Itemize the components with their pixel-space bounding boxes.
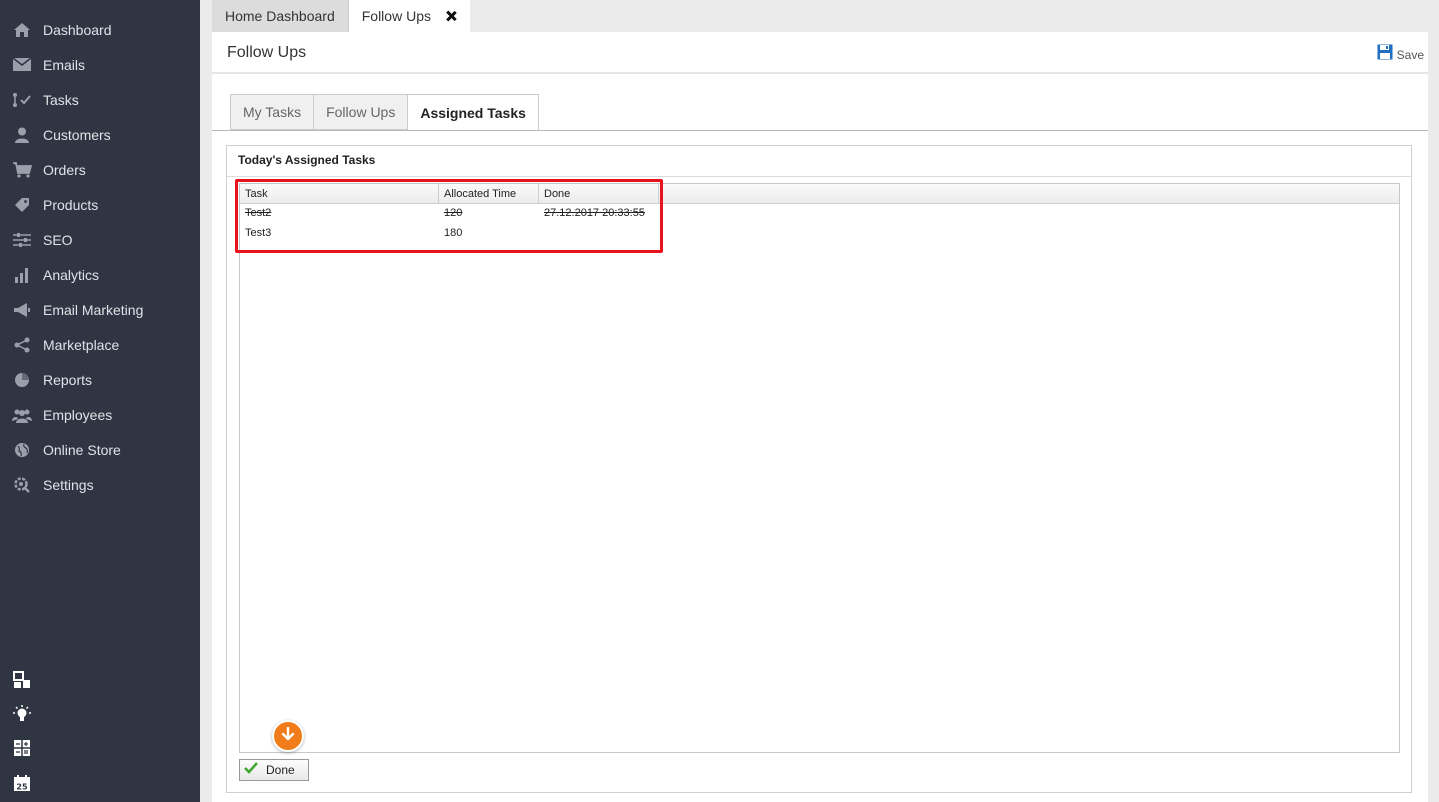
sidebar-item-employees[interactable]: Employees xyxy=(0,397,200,432)
table-row[interactable]: Test3 180 xyxy=(240,224,660,244)
envelope-icon xyxy=(12,55,32,75)
sidebar: Dashboard Emails Tasks Customers Orders … xyxy=(0,0,200,802)
sidebar-item-tasks[interactable]: Tasks xyxy=(0,82,200,117)
tabs-divider xyxy=(212,130,1428,131)
gear-icon xyxy=(12,475,32,495)
sidebar-item-emails[interactable]: Emails xyxy=(0,47,200,82)
sidebar-item-reports[interactable]: Reports xyxy=(0,362,200,397)
sidebar-item-label: Dashboard xyxy=(43,21,112,38)
sidebar-item-seo[interactable]: SEO xyxy=(0,222,200,257)
user-icon xyxy=(12,125,32,145)
column-header-task[interactable]: Task xyxy=(240,184,439,204)
tag-icon xyxy=(12,195,32,215)
checkmark-icon xyxy=(244,761,258,779)
megaphone-icon xyxy=(12,300,32,320)
sidebar-item-label: Orders xyxy=(43,161,86,178)
close-icon[interactable] xyxy=(445,10,457,22)
sidebar-item-label: Settings xyxy=(43,476,94,493)
windows-icon[interactable] xyxy=(11,669,33,691)
tasks-icon xyxy=(12,90,32,110)
sidebar-item-label: Emails xyxy=(43,56,86,73)
cell-task: Test3 xyxy=(245,227,272,239)
tab-label: Home Dashboard xyxy=(225,8,335,24)
floppy-disk-icon xyxy=(1377,44,1393,65)
tasks-grid: Task Allocated Time Done Test2 120 27.12… xyxy=(235,179,1400,753)
sidebar-item-label: Reports xyxy=(43,371,93,388)
calendar-day: 25 xyxy=(16,783,28,792)
sidebar-item-products[interactable]: Products xyxy=(0,187,200,222)
tab-assigned-tasks[interactable]: Assigned Tasks xyxy=(407,94,539,131)
sidebar-item-label: SEO xyxy=(43,231,73,248)
sidebar-item-label: Analytics xyxy=(43,266,100,283)
cell-task: Test2 xyxy=(245,207,272,219)
sidebar-item-email-marketing[interactable]: Email Marketing xyxy=(0,292,200,327)
sidebar-item-dashboard[interactable]: Dashboard xyxy=(0,12,200,47)
done-label: Done xyxy=(266,763,295,777)
group-divider xyxy=(227,176,1411,177)
column-header-done[interactable]: Done xyxy=(539,184,659,204)
page-title: Follow Ups xyxy=(227,44,307,61)
done-button[interactable]: Done xyxy=(239,759,309,781)
sidebar-item-label: Marketplace xyxy=(43,336,120,353)
lightbulb-icon[interactable] xyxy=(11,703,33,725)
sliders-icon xyxy=(12,230,32,250)
table-row[interactable]: Test2 120 27.12.2017 20:33:55 xyxy=(240,204,660,224)
bar-chart-icon xyxy=(12,265,32,285)
calendar-icon[interactable]: 25 xyxy=(11,772,33,794)
sidebar-item-label: Email Marketing xyxy=(43,301,144,318)
save-label: Save xyxy=(1396,47,1424,62)
tab-label: Follow Ups xyxy=(361,8,431,24)
sidebar-item-customers[interactable]: Customers xyxy=(0,117,200,152)
sidebar-item-marketplace[interactable]: Marketplace xyxy=(0,327,200,362)
users-icon xyxy=(12,405,32,425)
sidebar-item-label: Customers xyxy=(43,126,111,143)
sidebar-item-label: Products xyxy=(43,196,99,213)
scroll-down-button[interactable] xyxy=(272,720,304,752)
pie-chart-icon xyxy=(12,370,32,390)
home-icon xyxy=(12,20,32,40)
sidebar-item-label: Employees xyxy=(43,406,113,423)
main-panel: Follow Ups Save My Tasks Follow Ups Assi… xyxy=(212,32,1428,802)
globe-icon xyxy=(12,440,32,460)
tab-my-tasks[interactable]: My Tasks xyxy=(230,94,314,130)
sidebar-item-online-store[interactable]: Online Store xyxy=(0,432,200,467)
cart-icon xyxy=(12,160,32,180)
cell-done: 27.12.2017 20:33:55 xyxy=(544,207,645,219)
calculator-icon[interactable] xyxy=(11,737,33,759)
tab-follow-ups-sub[interactable]: Follow Ups xyxy=(313,94,408,130)
share-icon xyxy=(12,335,32,355)
cell-allocated-time: 120 xyxy=(444,207,463,219)
group-title: Today's Assigned Tasks xyxy=(238,153,376,167)
sidebar-item-analytics[interactable]: Analytics xyxy=(0,257,200,292)
column-header-allocated-time[interactable]: Allocated Time xyxy=(439,184,539,204)
arrow-down-icon xyxy=(281,726,295,746)
sidebar-item-orders[interactable]: Orders xyxy=(0,152,200,187)
tab-follow-ups[interactable]: Follow Ups xyxy=(348,0,470,32)
sidebar-item-label: Online Store xyxy=(43,441,121,458)
sidebar-item-settings[interactable]: Settings xyxy=(0,467,200,502)
tab-home-dashboard[interactable]: Home Dashboard xyxy=(212,0,349,32)
save-button[interactable]: Save xyxy=(1377,44,1424,65)
sidebar-item-label: Tasks xyxy=(43,91,79,108)
document-tabs: Home Dashboard Follow Ups xyxy=(212,0,470,32)
cell-allocated-time: 180 xyxy=(444,227,463,239)
page-header: Follow Ups Save xyxy=(212,32,1428,74)
grid-header: Task Allocated Time Done xyxy=(240,184,1399,204)
assigned-tasks-group: Today's Assigned Tasks Task Allocated Ti… xyxy=(226,145,1412,793)
sub-tabs: My Tasks Follow Ups Assigned Tasks xyxy=(230,94,539,131)
